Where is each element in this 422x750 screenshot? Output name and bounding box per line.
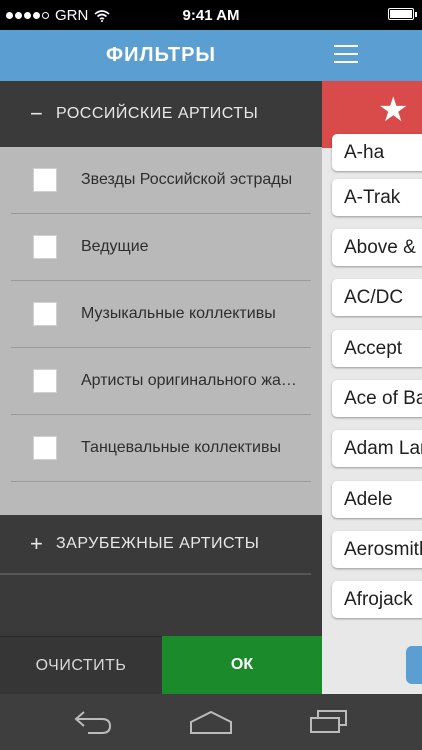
filter-item-label: Ведущие [81, 238, 149, 255]
filter-item[interactable]: Ведущие [11, 214, 311, 281]
filter-item[interactable]: Звезды Российской эстрады [11, 147, 311, 214]
filter-list: Звезды Российской эстрады Ведущие Музыка… [0, 147, 322, 515]
filter-item[interactable]: Музыкальные коллективы [11, 281, 311, 348]
system-nav-bar [0, 694, 422, 750]
artist-item[interactable]: Adele [332, 481, 422, 518]
artist-item[interactable]: Above & Beyond [332, 229, 422, 266]
app-header [322, 30, 422, 81]
filter-item-label: Артисты оригинального жанра [81, 372, 301, 389]
filter-item[interactable]: Танцевальные коллективы [11, 415, 311, 482]
back-icon[interactable] [72, 708, 114, 736]
action-button[interactable] [406, 646, 422, 684]
list-footer [322, 636, 422, 694]
artist-list: A-ha A-Trak Above & Beyond AC/DC Accept … [322, 134, 422, 648]
artist-list-pane: ★ A-ha A-Trak Above & Beyond AC/DC Accep… [322, 30, 422, 694]
app-screen: GRN 9:41 AM ФИЛЬТРЫ − РОССИЙСКИЕ АРТИСТЫ… [0, 0, 422, 750]
filter-item-label: Звезды Российской эстрады [81, 171, 293, 188]
section-russian-artists[interactable]: − РОССИЙСКИЕ АРТИСТЫ [0, 81, 322, 147]
clock: 9:41 AM [182, 7, 240, 24]
artist-item[interactable]: A-Trak [332, 179, 422, 216]
artist-item[interactable]: AC/DC [332, 279, 422, 316]
battery-icon [388, 8, 417, 20]
recent-apps-icon[interactable] [308, 708, 350, 736]
section-foreign-artists[interactable]: + ЗАРУБЕЖНЫЕ АРТИСТЫ [0, 515, 311, 575]
filter-checkbox[interactable] [33, 302, 57, 326]
filter-checkbox[interactable] [33, 168, 57, 192]
artist-item[interactable]: Ace of Base [332, 380, 422, 417]
filter-checkbox[interactable] [33, 369, 57, 393]
status-bar: GRN 9:41 AM [0, 0, 422, 30]
filter-footer: ОЧИСТИТЬ ОК [0, 636, 322, 694]
filter-item-label: Музыкальные коллективы [81, 305, 276, 322]
filter-checkbox[interactable] [33, 436, 57, 460]
section-label: ЗАРУБЕЖНЫЕ АРТИСТЫ [56, 535, 260, 552]
filter-item-label: Танцевальные коллективы [81, 439, 281, 456]
artist-item[interactable]: Aerosmith [332, 531, 422, 568]
hamburger-icon[interactable] [334, 45, 358, 65]
artist-item[interactable]: Adam Lambert [332, 430, 422, 467]
filter-panel: ФИЛЬТРЫ − РОССИЙСКИЕ АРТИСТЫ Звезды Росс… [0, 30, 322, 694]
home-icon[interactable] [188, 708, 234, 736]
ok-button[interactable]: ОК [162, 636, 322, 694]
section-label: РОССИЙСКИЕ АРТИСТЫ [56, 105, 259, 122]
clear-button[interactable]: ОЧИСТИТЬ [0, 636, 162, 694]
filter-item[interactable]: Артисты оригинального жанра [11, 348, 311, 415]
expand-icon: + [30, 531, 44, 556]
filter-checkbox[interactable] [33, 235, 57, 259]
artist-item[interactable]: Accept [332, 330, 422, 367]
artist-item[interactable]: Afrojack [332, 581, 422, 618]
filter-panel-title: ФИЛЬТРЫ [0, 30, 322, 81]
collapse-icon: − [30, 101, 44, 126]
artist-item[interactable]: A-ha [332, 134, 422, 171]
star-icon: ★ [378, 91, 409, 129]
